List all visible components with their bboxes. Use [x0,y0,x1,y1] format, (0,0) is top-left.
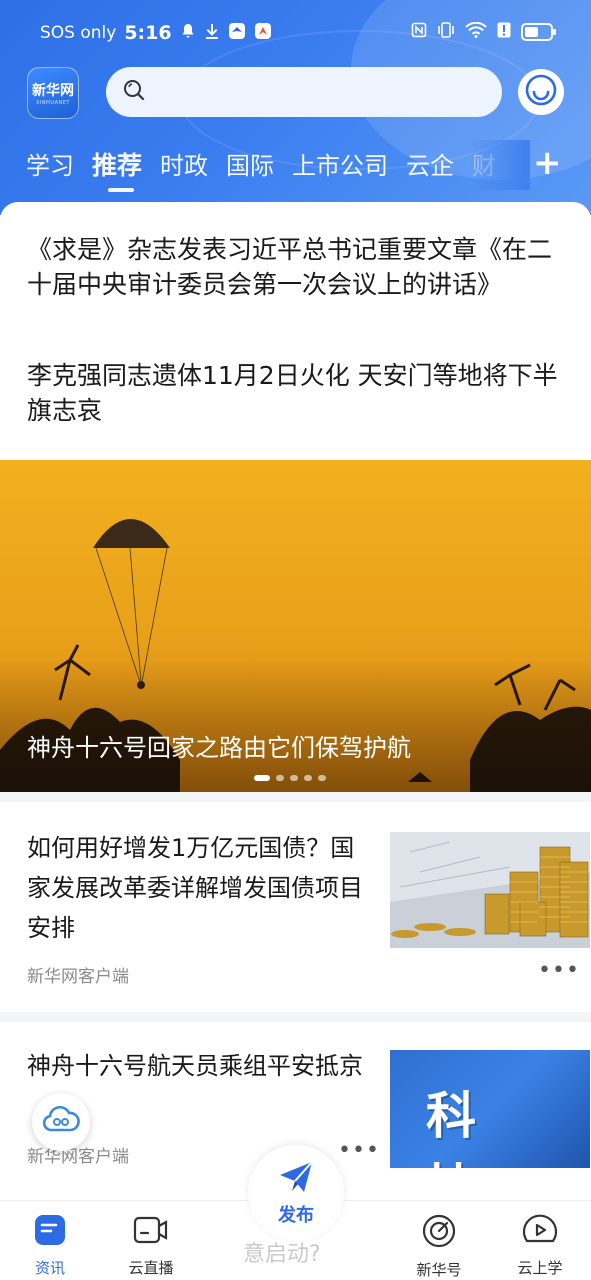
tab-listed-companies[interactable]: 上市公司 [292,146,388,182]
news-item-title[interactable]: 如何用好增发1万亿元国债？国家发展改革委详解增发国债项目安排 [27,828,372,948]
nav-label: 云上学 [517,1259,563,1277]
search-bar[interactable] [106,67,502,117]
carousel-dot[interactable] [304,775,312,781]
underlying-text: 意启动? [243,1242,321,1267]
wifi-icon [465,21,487,42]
bell-icon [180,23,196,43]
status-left: SOS only 5:16 [40,22,272,44]
more-options-button[interactable]: ••• [538,958,580,983]
publish-button[interactable]: 发布 [248,1145,344,1241]
video-camera-icon [132,1213,170,1251]
paper-plane-icon [276,1159,316,1199]
section-divider [0,792,591,802]
carousel-dot[interactable] [318,775,326,781]
nav-label: 云直播 [128,1259,174,1277]
battery-icon [521,23,556,41]
nav-cloud-learning[interactable]: 云上学 [500,1213,580,1278]
status-bar: SOS only 5:16 [0,0,591,64]
target-icon [421,1213,457,1253]
news-item-source: 新华网客户端 [27,967,129,987]
download-icon [204,23,220,43]
app-logo[interactable]: 新华网 XINHUANET [27,67,79,119]
headline-2[interactable]: 李克强同志遗体11月2日火化 天安门等地将下半旗志哀 [27,358,567,428]
carrier-text: SOS only [40,23,117,43]
nav-xinhua-account[interactable]: 新华号 [399,1213,479,1280]
nav-label: 新华号 [416,1261,462,1279]
user-avatar-button[interactable] [518,69,564,115]
nav-live[interactable]: 云直播 [111,1213,191,1278]
tab-international[interactable]: 国际 [226,146,274,182]
app-notification-icon [254,22,272,44]
carousel-dot[interactable] [276,775,284,781]
more-options-button[interactable]: ••• [338,1138,380,1163]
alert-icon [497,22,511,42]
carousel-indicator [254,775,326,781]
nav-label: 资讯 [34,1259,65,1277]
tabs-fade-mask [470,140,530,190]
news-icon [33,1213,67,1251]
logo-text: 新华网 [32,83,74,99]
headline-1[interactable]: 《求是》杂志发表习近平总书记重要文章《在二十届中央审计委员会第一次会议上的讲话》 [27,232,567,302]
tab-politics[interactable]: 时政 [160,146,208,182]
play-cloud-icon [521,1213,559,1251]
search-icon [122,78,146,106]
publish-label: 发布 [278,1205,314,1226]
carousel-dot[interactable] [254,775,270,781]
add-channel-button[interactable]: + [533,146,562,180]
battery-level [525,27,538,37]
bird-app-icon [228,22,246,44]
tab-cloud-enterprise[interactable]: 云企 [406,146,454,182]
logo-subtext: XINHUANET [36,100,70,106]
news-item-thumbnail[interactable]: 科 技 [390,1050,590,1168]
tab-study[interactable]: 学习 [26,146,74,182]
nfc-icon [411,22,427,42]
news-item-thumbnail[interactable] [390,832,590,948]
vibrate-icon [437,22,455,42]
carousel-dot[interactable] [290,775,298,781]
clock: 5:16 [124,22,172,44]
search-input[interactable] [154,83,474,101]
cloud-icon [42,1104,80,1140]
channel-tabs: 学习 推荐 时政 国际 上市公司 云企 财 [26,146,514,192]
banner-title: 神舟十六号回家之路由它们保驾护航 [27,734,411,762]
section-divider [0,1012,591,1022]
floating-cloud-button[interactable] [32,1093,90,1151]
thumbnail-label: 科 技 [426,1087,498,1168]
news-item-source: 新华网客户端 [27,1147,129,1167]
nav-news[interactable]: 资讯 [10,1213,90,1278]
status-right [411,21,556,42]
user-icon [524,73,558,111]
coins-image [390,832,590,948]
tab-recommend[interactable]: 推荐 [92,146,142,192]
